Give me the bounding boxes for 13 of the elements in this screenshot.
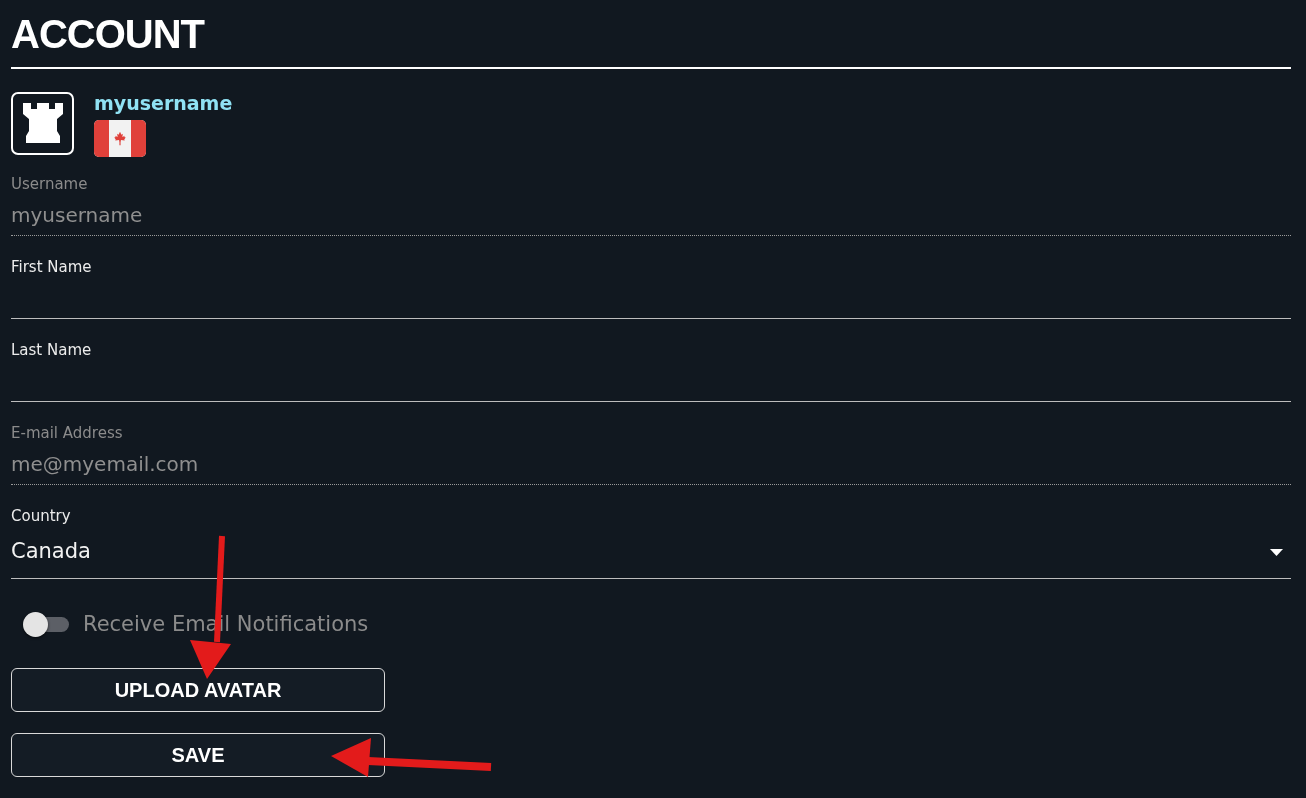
field-label: Username <box>11 174 88 194</box>
field-label: E-mail Address <box>11 423 123 443</box>
rook-icon <box>11 92 74 155</box>
field-label: First Name <box>11 257 92 277</box>
action-button[interactable]: SAVE <box>11 733 385 777</box>
action-button[interactable]: UPLOAD AVATAR <box>11 668 385 712</box>
field-label: Last Name <box>11 340 92 360</box>
select-field[interactable]: Canada <box>11 526 1291 579</box>
page-title: ACCOUNT <box>11 11 204 58</box>
field-label: Country <box>11 506 71 526</box>
canada-flag-icon <box>94 120 146 157</box>
caret-down-icon <box>1270 548 1283 556</box>
profile-username: myusername <box>94 92 233 114</box>
